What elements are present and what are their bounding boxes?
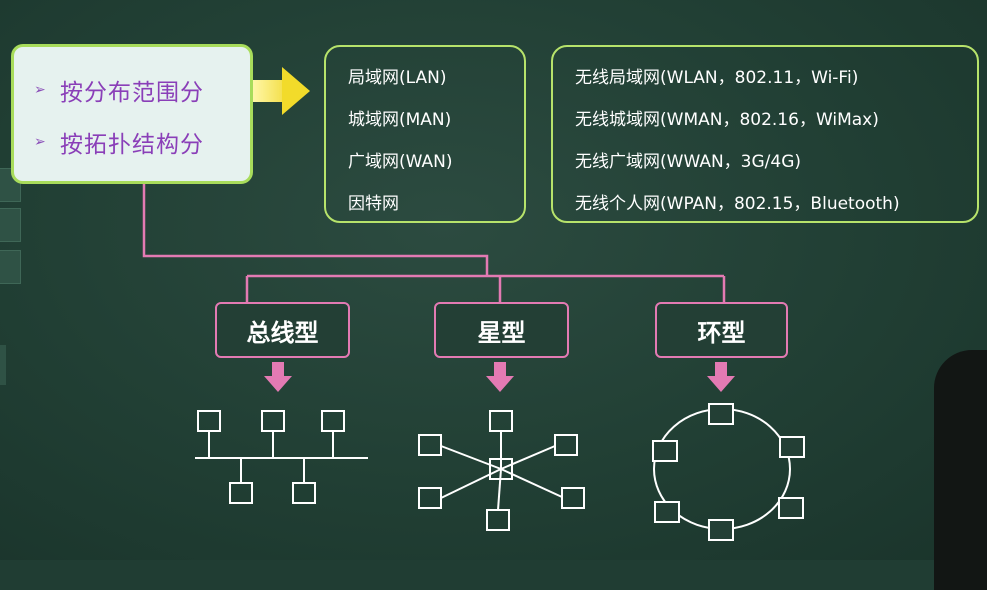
- right-arrow-icon: [253, 80, 283, 102]
- ring-topology-drawing: [652, 403, 805, 541]
- bus-topology-drawing: [195, 410, 368, 504]
- bus-node: [229, 482, 253, 504]
- classify-item-scope[interactable]: ➢ 按分布范围分: [34, 73, 204, 107]
- wireless-item-wwan: 无线广域网(WWAN，3G/4G): [575, 152, 802, 172]
- classification-box: ➢ 按分布范围分 ➢ 按拓扑结构分: [11, 44, 253, 184]
- classify-label: 按分布范围分: [60, 80, 204, 106]
- bus-node: [261, 410, 285, 432]
- network-scope-box: 局域网(LAN) 城域网(MAN) 广域网(WAN) 因特网: [324, 45, 526, 223]
- star-node: [554, 434, 578, 456]
- star-topology-drawing: [418, 410, 585, 531]
- star-node: [418, 487, 442, 509]
- arrow-bullet-icon: ➢: [34, 134, 46, 150]
- arrow-bullet-icon: ➢: [34, 82, 46, 98]
- ring-node: [652, 440, 678, 462]
- network-item-internet: 因特网: [348, 194, 399, 214]
- ring-node: [778, 497, 804, 519]
- star-node: [486, 509, 510, 531]
- network-item-man: 城域网(MAN): [348, 110, 452, 130]
- wireless-item-wlan: 无线局域网(WLAN，802.11，Wi-Fi): [575, 68, 859, 88]
- bus-node: [197, 410, 221, 432]
- ring-node: [654, 501, 680, 523]
- down-arrow-ring: [707, 362, 735, 392]
- ring-node: [779, 436, 805, 458]
- star-node: [489, 410, 513, 432]
- wireless-network-box: 无线局域网(WLAN，802.11，Wi-Fi) 无线城域网(WMAN，802.…: [551, 45, 979, 223]
- star-node: [418, 434, 442, 456]
- down-arrows: [264, 362, 735, 392]
- presenter-silhouette: [934, 350, 987, 590]
- topology-bus-box: 总线型: [215, 302, 350, 358]
- wireless-item-wpan: 无线个人网(WPAN，802.15，Bluetooth): [575, 194, 900, 214]
- ring-node: [708, 403, 734, 425]
- down-arrow-bus: [264, 362, 292, 392]
- bus-node: [292, 482, 316, 504]
- network-item-wan: 广域网(WAN): [348, 152, 453, 172]
- classify-item-topology[interactable]: ➢ 按拓扑结构分: [34, 125, 204, 159]
- network-item-lan: 局域网(LAN): [348, 68, 447, 88]
- wireless-item-wman: 无线城域网(WMAN，802.16，WiMax): [575, 110, 879, 130]
- bus-node: [321, 410, 345, 432]
- star-node: [561, 487, 585, 509]
- ring-node: [708, 519, 734, 541]
- right-arrow-head-icon: [282, 67, 310, 115]
- topology-ring-box: 环型: [655, 302, 788, 358]
- down-arrow-star: [486, 362, 514, 392]
- topology-star-box: 星型: [434, 302, 569, 358]
- classify-label: 按拓扑结构分: [60, 132, 204, 158]
